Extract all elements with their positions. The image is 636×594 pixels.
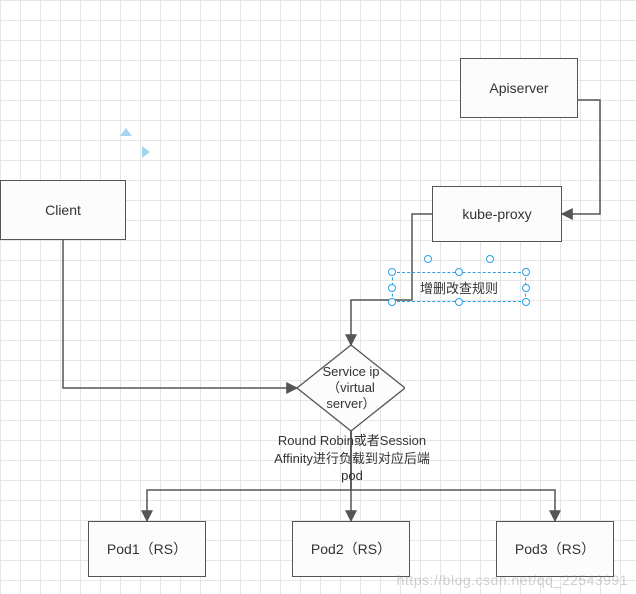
node-pod2[interactable]: Pod2（RS） bbox=[292, 521, 410, 577]
diagram-canvas: Apiserver Client kube-proxy Service ip （… bbox=[0, 0, 636, 594]
node-pod3-label: Pod3（RS） bbox=[515, 539, 595, 559]
node-kubeproxy-label: kube-proxy bbox=[462, 206, 531, 222]
node-pod1-label: Pod1（RS） bbox=[107, 539, 187, 559]
selection-handle[interactable] bbox=[522, 268, 530, 276]
node-service-label: Service ip （virtual server） bbox=[297, 345, 405, 431]
node-kubeproxy[interactable]: kube-proxy bbox=[432, 186, 562, 242]
node-service[interactable]: Service ip （virtual server） bbox=[297, 345, 405, 431]
selection-handle[interactable] bbox=[388, 268, 396, 276]
selection-handle[interactable] bbox=[388, 284, 396, 292]
node-client[interactable]: Client bbox=[0, 180, 126, 240]
annotation-rules-label: 增删改查规则 bbox=[420, 278, 498, 297]
selection-handle[interactable] bbox=[388, 298, 396, 306]
edge-client-service bbox=[63, 240, 297, 388]
selection-handle[interactable] bbox=[455, 298, 463, 306]
selection-handle[interactable] bbox=[522, 284, 530, 292]
selection-handle[interactable] bbox=[486, 255, 494, 263]
annotation-rules-selected[interactable]: 增删改查规则 bbox=[392, 272, 526, 302]
selection-handle[interactable] bbox=[424, 255, 432, 263]
node-pod2-label: Pod2（RS） bbox=[311, 539, 391, 559]
node-client-label: Client bbox=[45, 202, 81, 218]
node-apiserver[interactable]: Apiserver bbox=[460, 58, 578, 118]
selection-handle[interactable] bbox=[455, 268, 463, 276]
annotation-loadbalance: Round Robin或者Session Affinity进行负载到对应后端 p… bbox=[256, 432, 448, 485]
node-apiserver-label: Apiserver bbox=[489, 80, 548, 96]
selection-handle[interactable] bbox=[522, 298, 530, 306]
node-pod3[interactable]: Pod3（RS） bbox=[496, 521, 614, 577]
node-pod1[interactable]: Pod1（RS） bbox=[88, 521, 206, 577]
